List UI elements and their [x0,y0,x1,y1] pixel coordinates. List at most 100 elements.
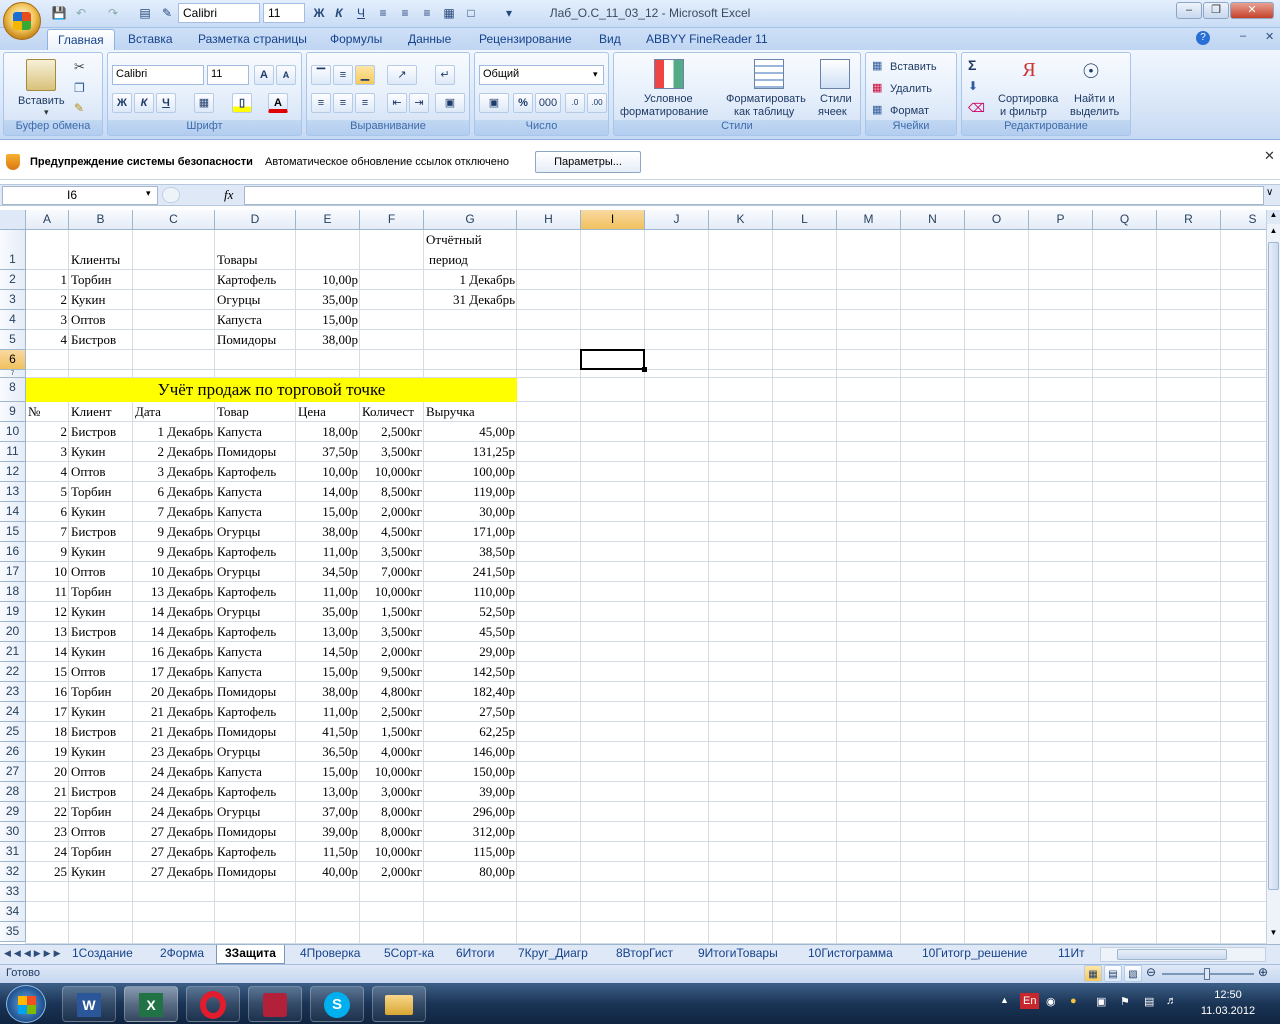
sales-cell[interactable]: Кукин [69,702,133,722]
table-header-cell[interactable]: Товар [215,402,296,422]
client-number-cell[interactable]: 1 [26,270,69,290]
sales-cell[interactable]: 15,00р [296,662,360,682]
split-icon[interactable]: ▲ [1267,210,1280,224]
find-line1[interactable]: Найти и [1074,93,1115,106]
save-icon[interactable]: 💾 [50,4,68,22]
sales-cell[interactable]: 2 [26,422,69,442]
sales-cell[interactable]: Помидоры [215,682,296,702]
fill-handle[interactable] [642,367,647,372]
fill-color-icon[interactable]: ▯ [232,93,252,113]
copy-icon[interactable]: ❐ [74,81,85,95]
sales-cell[interactable]: 22 [26,802,69,822]
sales-cell[interactable]: 20 [26,762,69,782]
sales-cell[interactable]: 115,00р [424,842,517,862]
sales-cell[interactable]: 110,00р [424,582,517,602]
format-painter-icon[interactable]: ✎ [158,4,176,22]
sales-cell[interactable]: 13 Декабрь [133,582,215,602]
sales-cell[interactable]: 2,500кг [360,422,424,442]
sales-cell[interactable]: 131,25р [424,442,517,462]
sales-cell[interactable]: 41,50р [296,722,360,742]
tab-home[interactable]: Главная [47,29,115,50]
sales-cell[interactable]: 23 Декабрь [133,742,215,762]
qat-italic-icon[interactable]: К [330,4,348,22]
tab-review[interactable]: Рецензирование [469,29,582,50]
sales-cell[interactable]: 30,00р [424,502,517,522]
sheet-tab[interactable]: 10Гистограмма [800,945,901,964]
sheet-tab[interactable]: 8ВторГист [608,945,681,964]
qat-merge-icon[interactable]: ▦ [440,4,458,22]
autosum-icon[interactable]: Σ [968,57,976,73]
sheet-tab[interactable]: 11Ит [1050,945,1093,964]
sales-cell[interactable]: Огурцы [215,562,296,582]
sales-cell[interactable]: Оптов [69,462,133,482]
sales-cell[interactable]: 10,000кг [360,842,424,862]
product-name-cell[interactable]: Картофель [215,270,296,290]
page-layout-view-icon[interactable]: ▤ [1104,965,1122,982]
sort-line1[interactable]: Сортировка [998,93,1058,106]
sheet-tab[interactable]: 10Гитогр_решение [914,945,1035,964]
table-header-cell[interactable]: Дата [133,402,215,422]
period-from[interactable]: 1 Декабрь [424,270,517,289]
sort-filter-icon[interactable]: Я [1014,59,1044,89]
sales-cell[interactable]: 119,00р [424,482,517,502]
font-name-select[interactable]: Calibri [112,65,204,85]
sales-cell[interactable]: 146,00р [424,742,517,762]
sales-cell[interactable]: 21 Декабрь [133,722,215,742]
sales-cell[interactable]: 14 Декабрь [133,622,215,642]
increase-decimal-icon[interactable]: .0 [565,93,585,113]
action-center-flag-icon[interactable]: ⚑ [1120,995,1130,1008]
sales-cell[interactable]: 14 Декабрь [133,602,215,622]
cut-icon[interactable]: ✂ [74,59,85,75]
sales-cell[interactable]: 2 Декабрь [133,442,215,462]
qat-align-right-icon[interactable]: ≡ [418,4,436,22]
format-cells-button[interactable]: Формат [890,105,929,118]
sales-cell[interactable]: Капуста [215,422,296,442]
fill-icon[interactable]: ⬇ [968,79,978,93]
sales-cell[interactable]: 18 [26,722,69,742]
sales-cell[interactable]: Бистров [69,722,133,742]
insert-cells-icon[interactable]: ▦ [872,59,882,72]
client-name-cell[interactable]: Торбин [69,270,133,290]
normal-view-icon[interactable]: ▦ [1084,965,1102,982]
sheet-tab[interactable]: 3Защита [216,945,285,964]
format-painter-icon[interactable]: ✎ [74,101,84,115]
sales-cell[interactable]: 10,000кг [360,582,424,602]
sales-cell[interactable]: 45,50р [424,622,517,642]
taskbar-excel[interactable]: X [124,986,178,1022]
sales-cell[interactable]: 62,25р [424,722,517,742]
table-header-cell[interactable]: Количест [360,402,424,422]
align-middle-icon[interactable]: ≡ [333,65,353,85]
number-format-dropdown-icon[interactable]: ▾ [593,69,598,80]
qat-font-size[interactable]: 11 [263,3,305,23]
sales-cell[interactable]: 39,00р [424,782,517,802]
sales-cell[interactable]: 6 Декабрь [133,482,215,502]
sales-cell[interactable]: 15 [26,662,69,682]
sales-cell[interactable]: 27 Декабрь [133,842,215,862]
minimize-button[interactable]: – [1176,2,1202,19]
sales-cell[interactable]: 171,00р [424,522,517,542]
sales-cell[interactable]: Торбин [69,682,133,702]
sales-cell[interactable]: 21 Декабрь [133,702,215,722]
goods-label[interactable]: Товары [215,250,259,269]
sales-cell[interactable]: Помидоры [215,442,296,462]
sales-cell[interactable]: 7 [26,522,69,542]
sales-cell[interactable]: 8,000кг [360,822,424,842]
sales-cell[interactable]: Помидоры [215,822,296,842]
tab-insert[interactable]: Вставка [118,29,183,50]
tray-window-icon[interactable]: ▣ [1096,995,1106,1008]
zoom-in-icon[interactable]: ⊕ [1258,965,1268,979]
grow-font-icon[interactable]: A [254,65,274,85]
qat-customize-icon[interactable]: ▾ [500,4,518,22]
undo-icon[interactable]: ↶ [72,4,90,22]
sales-cell[interactable]: Бистров [69,782,133,802]
table-header-cell[interactable]: Клиент [69,402,133,422]
delete-cells-button[interactable]: Удалить [890,83,932,96]
zoom-out-icon[interactable]: ⊖ [1146,965,1156,979]
sales-cell[interactable]: 9 Декабрь [133,542,215,562]
sales-cell[interactable]: Огурцы [215,742,296,762]
ribbon-minimize-icon[interactable]: – [1240,30,1246,42]
sales-cell[interactable]: 2,000кг [360,862,424,882]
paste-icon[interactable] [26,59,56,91]
sales-cell[interactable]: 24 Декабрь [133,762,215,782]
sales-cell[interactable]: 312,00р [424,822,517,842]
